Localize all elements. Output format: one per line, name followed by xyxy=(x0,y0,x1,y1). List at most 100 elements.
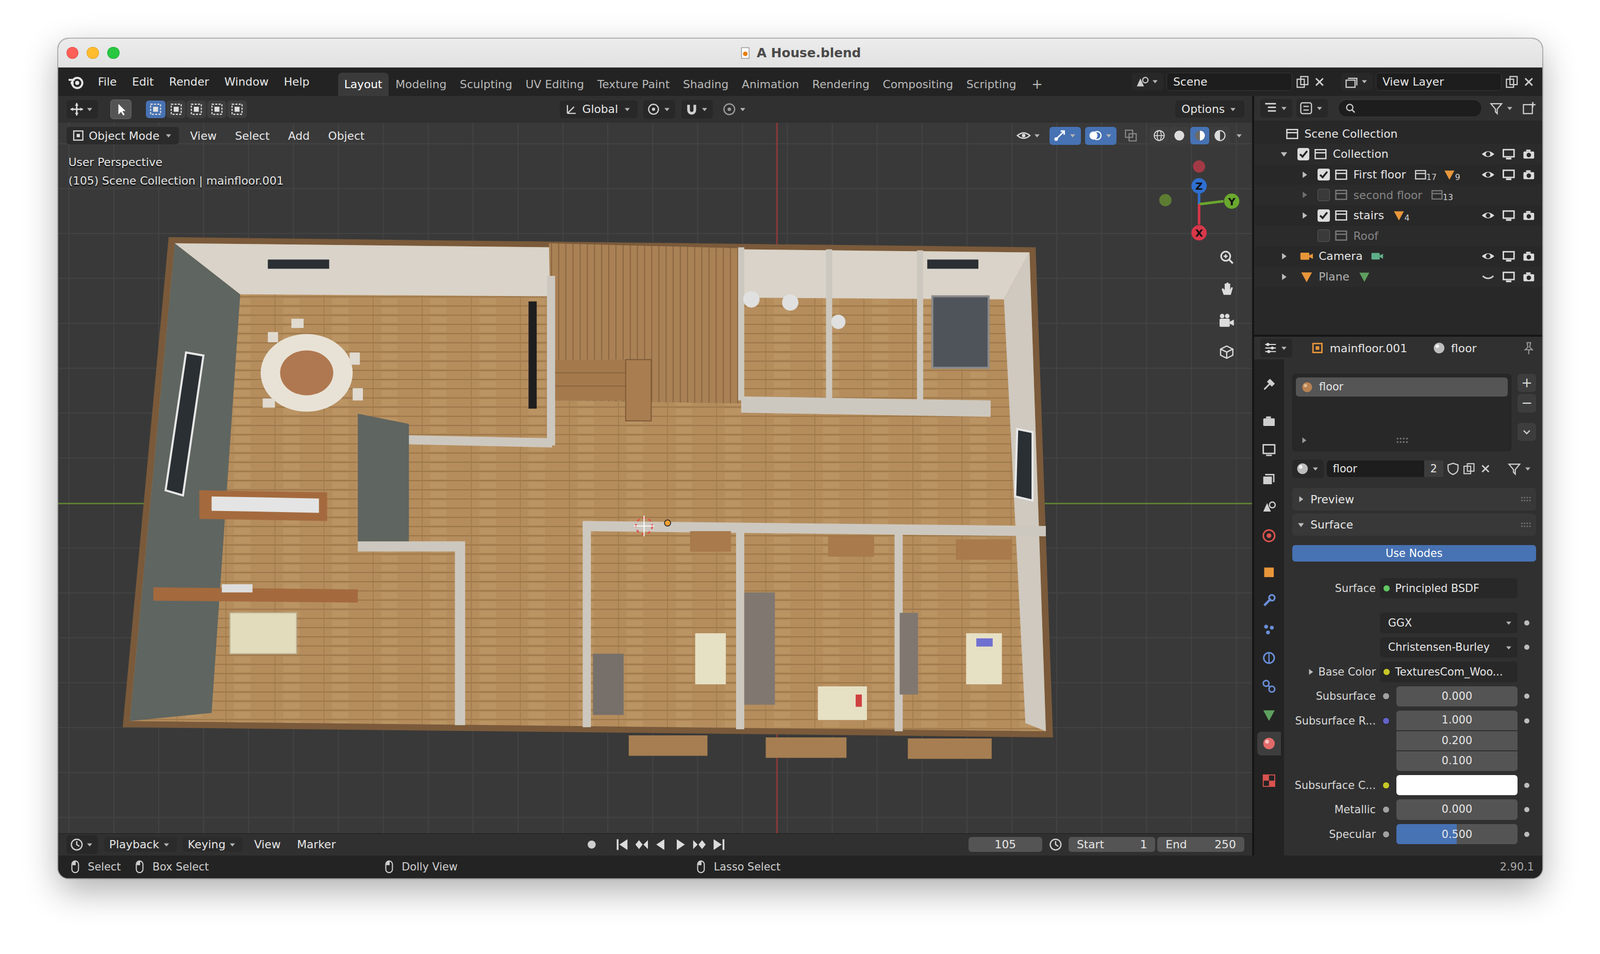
exclude-checkbox[interactable] xyxy=(1317,229,1330,242)
gizmo-axis[interactable] xyxy=(1193,160,1206,173)
shading-button[interactable] xyxy=(1190,126,1210,145)
enum-dropdown[interactable]: GGX xyxy=(1379,612,1518,633)
expand-toggle[interactable] xyxy=(1278,271,1294,282)
orientation-dropdown[interactable]: Global xyxy=(559,100,638,119)
properties-tab[interactable] xyxy=(1257,409,1281,433)
shading-button[interactable] xyxy=(1149,126,1170,145)
add-workspace-button[interactable]: + xyxy=(1023,72,1051,97)
minimize-button[interactable] xyxy=(86,46,99,60)
duplicate-material-icon[interactable] xyxy=(1462,461,1476,476)
timeline-menu[interactable]: View xyxy=(248,836,286,852)
menu-item[interactable]: Help xyxy=(276,72,317,92)
vector-component[interactable]: 0.200 xyxy=(1396,730,1519,751)
child-badge[interactable]: 13 xyxy=(1430,188,1454,202)
monitor-icon[interactable] xyxy=(1501,167,1516,182)
properties-tab[interactable] xyxy=(1257,768,1281,793)
active-tool[interactable] xyxy=(110,99,132,120)
close-button[interactable] xyxy=(66,46,79,60)
duplicate-icon[interactable] xyxy=(1295,74,1310,90)
number-field[interactable]: 0.000 xyxy=(1396,798,1519,820)
outliner-label[interactable]: Collection xyxy=(1332,147,1389,161)
properties-tab[interactable] xyxy=(1257,466,1281,491)
navigation-gizmo[interactable]: ZYX xyxy=(1158,155,1240,247)
disclosure-triangle-icon[interactable] xyxy=(1299,210,1310,221)
properties-tab[interactable] xyxy=(1257,372,1281,397)
expand-toggle[interactable] xyxy=(1299,169,1314,180)
expand-toggle[interactable] xyxy=(1278,148,1294,160)
outliner-row[interactable]: Camera xyxy=(1254,245,1542,267)
shading-button[interactable] xyxy=(1210,126,1230,145)
child-badge[interactable] xyxy=(1370,249,1385,263)
timeline-menu[interactable]: Playback xyxy=(104,836,177,852)
outliner-row[interactable]: Roof xyxy=(1254,225,1542,247)
render-camera-icon[interactable] xyxy=(1521,248,1537,264)
scene-type-dropdown[interactable] xyxy=(1131,72,1164,92)
remove-icon[interactable] xyxy=(1521,74,1537,90)
jump-start-button-icon[interactable] xyxy=(614,837,630,852)
link-dropdown[interactable] xyxy=(1504,459,1537,478)
object-types-dropdown[interactable] xyxy=(1013,126,1045,146)
disclosure-triangle-icon[interactable] xyxy=(1278,251,1290,262)
snap-toggle[interactable] xyxy=(681,100,713,119)
animate-dot[interactable] xyxy=(1517,612,1537,633)
render-camera-icon[interactable] xyxy=(1521,269,1537,285)
disclosure-triangle-icon[interactable] xyxy=(1299,169,1310,180)
ortho-toggle[interactable] xyxy=(1214,339,1240,365)
socket-field[interactable]: Principled BSDF xyxy=(1379,577,1518,599)
menu-item[interactable]: File xyxy=(90,72,124,92)
prev-keyframe-button-icon[interactable] xyxy=(634,837,649,852)
slot-button[interactable]: + xyxy=(1517,373,1537,393)
outliner-label[interactable]: Roof xyxy=(1353,229,1378,243)
viewport-menu[interactable]: Object xyxy=(321,127,373,145)
outliner-label[interactable]: second floor xyxy=(1353,188,1423,202)
panel-grip-icon[interactable] xyxy=(1519,518,1532,531)
menu-item[interactable]: Render xyxy=(161,72,216,92)
workspace-tab[interactable]: Shading xyxy=(676,72,735,97)
workspace-tab[interactable]: Rendering xyxy=(806,72,876,97)
selection-mode-button[interactable] xyxy=(227,100,247,119)
selection-mode-button[interactable] xyxy=(145,100,166,119)
viewport[interactable]: Object ModeViewSelectAddObjectUser Persp… xyxy=(58,122,1253,833)
workspace-tab[interactable]: Texture Paint xyxy=(591,72,676,97)
eye-icon[interactable] xyxy=(1480,167,1496,182)
workspace-tab[interactable]: Layout xyxy=(338,72,389,97)
exclude-checkbox[interactable] xyxy=(1317,188,1330,202)
remove-icon[interactable] xyxy=(1312,74,1327,90)
gizmo-axis[interactable] xyxy=(1197,204,1201,225)
workspace-tab[interactable]: Animation xyxy=(735,72,806,97)
gizmo-axis[interactable] xyxy=(1159,193,1172,207)
child-badge[interactable]: 17 xyxy=(1413,168,1437,182)
pivot-dropdown[interactable] xyxy=(643,100,675,119)
outliner-search[interactable] xyxy=(1338,99,1482,118)
view-layer-field[interactable]: View Layer xyxy=(1375,72,1502,91)
outliner-row[interactable]: First floor179 xyxy=(1254,164,1542,186)
properties-tab[interactable] xyxy=(1257,731,1281,756)
viewport-menu[interactable]: View xyxy=(182,127,224,145)
play-reverse-button-icon[interactable] xyxy=(653,837,669,852)
animate-dot[interactable] xyxy=(1517,710,1537,731)
properties-tab[interactable] xyxy=(1257,703,1281,727)
house-model[interactable] xyxy=(58,122,1253,833)
panel-header[interactable]: Surface xyxy=(1292,513,1537,537)
options-dropdown[interactable]: Options xyxy=(1175,100,1244,118)
outliner-label[interactable]: stairs xyxy=(1353,208,1385,222)
enum-dropdown[interactable]: Christensen-Burley xyxy=(1379,637,1518,658)
selection-mode-button[interactable] xyxy=(186,100,207,119)
use-nodes-button[interactable]: Use Nodes xyxy=(1292,544,1537,562)
resize-grip-icon[interactable] xyxy=(1394,432,1410,448)
outliner-label[interactable]: Camera xyxy=(1318,249,1363,263)
workspace-tab[interactable]: Sculpting xyxy=(453,72,519,97)
outliner-label[interactable]: First floor xyxy=(1353,168,1406,181)
render-camera-icon[interactable] xyxy=(1521,208,1537,223)
monitor-icon[interactable] xyxy=(1501,208,1516,223)
disclosure-triangle-icon[interactable] xyxy=(1296,494,1306,504)
proportional-edit[interactable] xyxy=(719,100,751,119)
tool-dropdown[interactable] xyxy=(66,100,98,119)
animate-dot[interactable] xyxy=(1517,823,1537,845)
expand-toggle[interactable] xyxy=(1278,251,1294,262)
disclosure-triangle-icon[interactable] xyxy=(1299,189,1310,200)
slider-track[interactable]: 0.500 xyxy=(1396,823,1519,845)
pan-button[interactable] xyxy=(1214,276,1240,302)
properties-tab[interactable] xyxy=(1257,494,1281,519)
eye-icon[interactable] xyxy=(1480,248,1496,264)
